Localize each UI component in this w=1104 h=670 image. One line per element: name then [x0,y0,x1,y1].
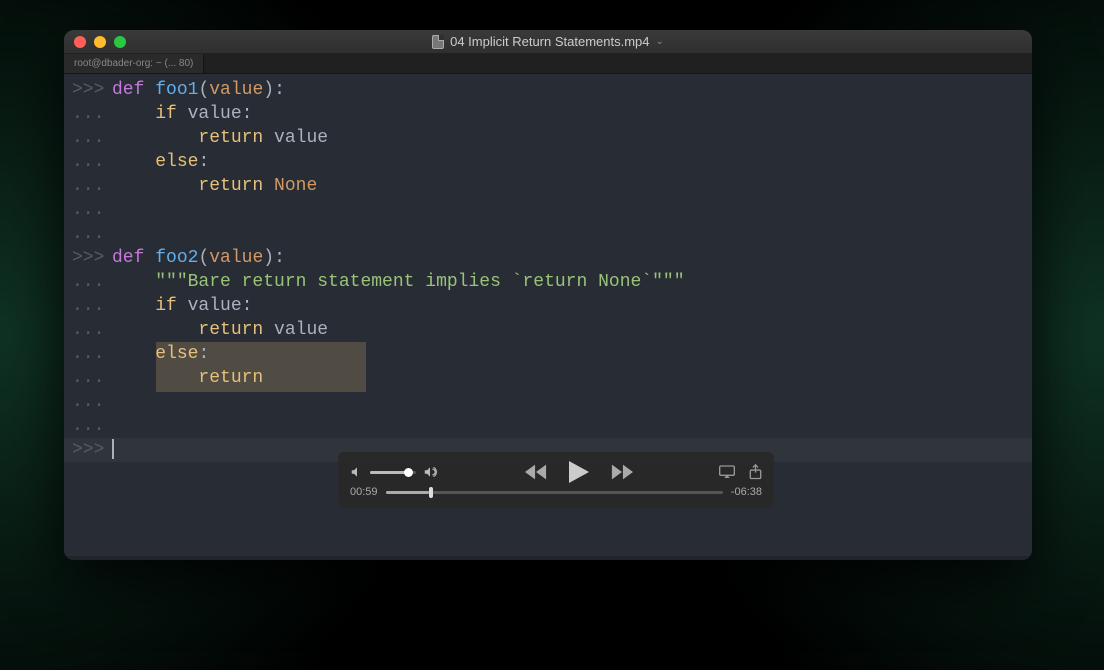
volume-max-icon[interactable] [422,465,438,479]
rewind-button[interactable] [525,464,547,480]
airplay-icon[interactable] [719,465,735,479]
play-button[interactable] [569,461,589,483]
time-elapsed: 00:59 [350,486,378,498]
close-window-button[interactable] [74,36,86,48]
terminal-tab[interactable]: root@dbader-org: ~ (... 80) [64,54,204,73]
progress-slider[interactable] [386,491,723,494]
video-player-controls: 00:59 -06:38 [338,452,774,508]
terminal-tab-bar: root@dbader-org: ~ (... 80) [64,54,1032,74]
file-icon [432,35,444,49]
traffic-lights [74,36,126,48]
volume-mute-icon[interactable] [350,465,364,479]
window-title: 04 Implicit Return Statements.mp4 [450,34,649,49]
minimize-window-button[interactable] [94,36,106,48]
cursor [112,439,114,459]
share-icon[interactable] [749,464,762,480]
titlebar[interactable]: 04 Implicit Return Statements.mp4 ⌄ [64,30,1032,54]
volume-slider[interactable] [370,471,416,474]
fast-forward-button[interactable] [611,464,633,480]
tab-label: root@dbader-org: ~ (... 80) [74,58,193,69]
time-remaining: -06:38 [731,486,762,498]
chevron-down-icon: ⌄ [656,36,664,47]
fullscreen-window-button[interactable] [114,36,126,48]
